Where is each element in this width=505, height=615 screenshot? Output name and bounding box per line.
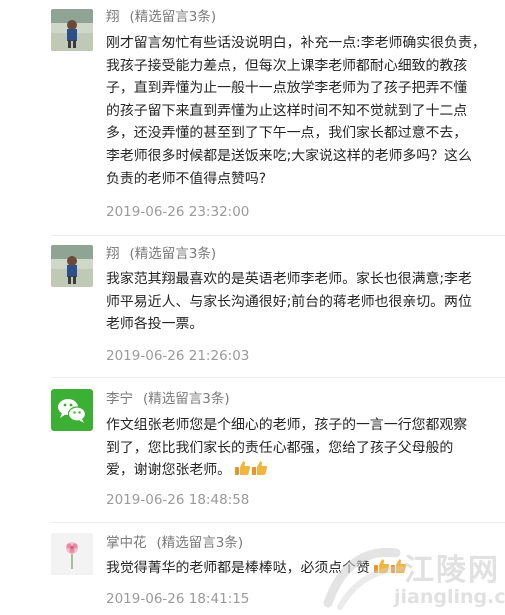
comment-text: 作文组张老师您是个细心的老师，孩子的一言一行您都观察 到了，您比我们家长的责任心…	[106, 414, 498, 482]
commenter-name-line: 李宁 (精选留言3条)	[106, 390, 230, 408]
commenter-name-line: 翔 (精选留言3条)	[106, 245, 216, 263]
comment-line: 到了，您比我们家长的责任心都强，您给了孩子父母般的	[106, 439, 454, 456]
child-photo-icon	[51, 245, 93, 287]
divider	[51, 522, 505, 523]
commenter-name: 翔	[106, 9, 120, 25]
comment-line: 我孩子接受能力差点，但每次上课李老师都耐心细致的教孩	[106, 57, 468, 74]
comment-line: 作文组张老师您是个细心的老师，孩子的一言一行您都观察	[106, 417, 468, 433]
comment-timestamp: 2019-06-26 18:41:15	[106, 591, 250, 607]
comment-line: 的孩子留下来直到弄懂为止这样时间不知不觉就到了十二点	[106, 102, 468, 119]
comment-text: 我家范其翔最喜欢的是英语老师李老师。家长也很满意;李老 师平易近人、与家长沟通很…	[106, 268, 498, 336]
featured-tag: (精选留言3条)	[129, 246, 217, 262]
divider	[51, 235, 505, 236]
watermark-url: jiangling.cn	[394, 586, 505, 608]
thumbs-up-icon	[235, 461, 251, 476]
comment-line: 负责的老师不值得点赞吗?	[106, 170, 267, 187]
flower-icon	[51, 533, 93, 575]
thumbs-up-icon	[252, 461, 268, 476]
commenter-name: 翔	[106, 246, 120, 262]
featured-tag: (精选留言3条)	[143, 391, 230, 407]
comment-line-text: 爱，谢谢您张老师。	[106, 462, 232, 479]
user-avatar[interactable]	[51, 245, 93, 287]
user-avatar[interactable]	[51, 9, 93, 51]
comment-line: 师平易近人、与家长沟通很好;前台的蒋老师也很亲切。两位	[106, 293, 472, 310]
comment-line: 爱，谢谢您张老师。	[106, 459, 498, 482]
comment-timestamp: 2019-06-26 21:26:03	[106, 348, 250, 364]
commenter-name: 掌中花	[106, 535, 147, 551]
comment-timestamp: 2019-06-26 18:48:58	[106, 492, 250, 508]
comment-line: 刚才留言匆忙有些话没说明白，补充一点:李老师确实很负责，	[106, 35, 486, 51]
comment-line: 多，还没弄懂的甚至到了下午一点，我们家长都过意不去，	[106, 125, 468, 142]
comment-line: 子，直到弄懂为止一般十一点放学李老师为了孩子把弄不懂	[106, 80, 468, 97]
child-photo-icon	[51, 9, 93, 51]
comment-line: 老师各投一票。	[106, 316, 204, 333]
comment-line: 李老师很多时候都是送饭来吃;大家说这样的老师多吗？这么	[106, 147, 472, 164]
comment-timestamp: 2019-06-26 23:32:00	[106, 204, 250, 220]
commenter-name-line: 掌中花 (精选留言3条)	[106, 534, 243, 552]
comment-text: 刚才留言匆忙有些话没说明白，补充一点:李老师确实很负责， 我孩子接受能力差点，但…	[106, 32, 498, 190]
site-watermark: 江陵网 jiangling.cn	[318, 539, 505, 615]
user-avatar[interactable]	[51, 389, 93, 431]
commenter-name: 李宁	[106, 391, 133, 407]
featured-tag: (精选留言3条)	[156, 535, 244, 551]
wechat-logo-icon	[51, 389, 93, 431]
commenter-name-line: 翔 (精选留言3条)	[106, 8, 216, 26]
comment-line: 我家范其翔最喜欢的是英语老师李老师。家长也很满意;李老	[106, 271, 472, 287]
divider	[51, 377, 505, 378]
thumbs-up-emojis	[234, 459, 268, 482]
featured-tag: (精选留言3条)	[129, 9, 217, 25]
user-avatar[interactable]	[51, 533, 93, 575]
watermark-text: 江陵网	[404, 553, 500, 588]
